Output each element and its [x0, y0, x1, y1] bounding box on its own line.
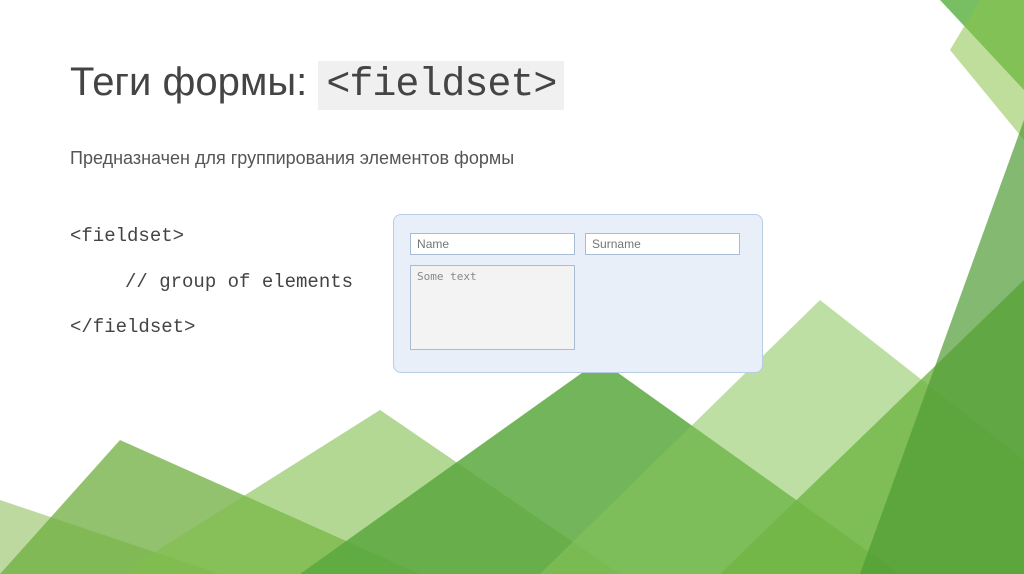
name-input[interactable]	[410, 233, 575, 255]
content-row: <fieldset> // group of elements </fields…	[70, 214, 954, 373]
demo-input-row	[410, 233, 746, 255]
title-code-tag: <fieldset>	[318, 61, 564, 110]
slide-description: Предназначен для группирования элементов…	[70, 148, 954, 169]
surname-input[interactable]	[585, 233, 740, 255]
code-body: // group of elements	[70, 260, 353, 306]
slide-content: Теги формы: <fieldset> Предназначен для …	[0, 0, 1024, 413]
code-open-tag: <fieldset>	[70, 214, 353, 260]
title-prefix: Теги формы:	[70, 60, 318, 104]
code-example: <fieldset> // group of elements </fields…	[70, 214, 353, 351]
fieldset-demo	[393, 214, 763, 373]
slide-title: Теги формы: <fieldset>	[70, 60, 954, 108]
code-close-tag: </fieldset>	[70, 305, 353, 351]
demo-textarea[interactable]	[410, 265, 575, 350]
